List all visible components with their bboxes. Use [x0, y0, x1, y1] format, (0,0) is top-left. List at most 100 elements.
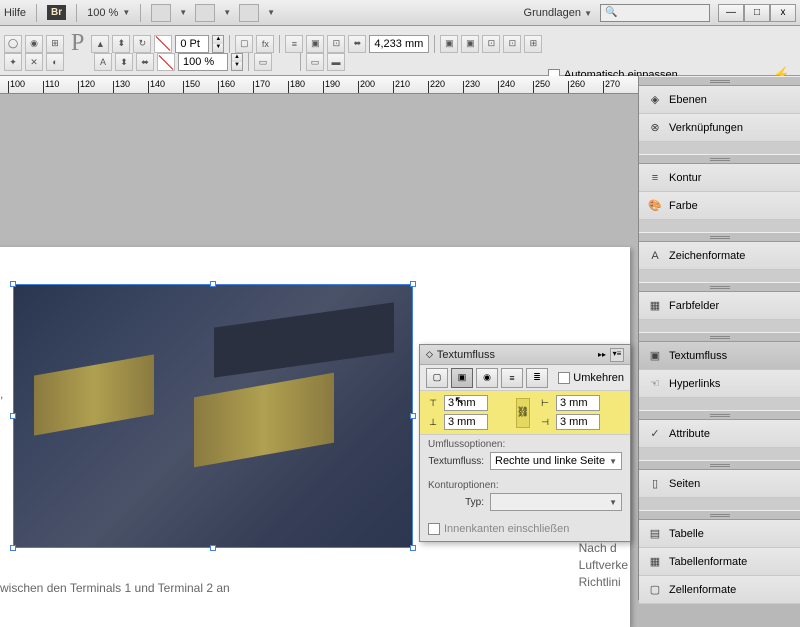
panel-icon: ☜: [647, 377, 663, 391]
panel-item-verknüpfungen[interactable]: ⊗ Verknüpfungen: [639, 114, 800, 142]
field-mm[interactable]: 4,233 mm: [369, 35, 429, 53]
separator: [140, 4, 141, 22]
panel-item-farbfelder[interactable]: ▦Farbfelder: [639, 292, 800, 320]
fit-icon[interactable]: ▣: [461, 35, 479, 53]
collapse-double-icon[interactable]: ▸▸: [598, 350, 606, 359]
window-controls: — □ x: [718, 4, 796, 22]
offset-top-icon: ⊤: [426, 396, 440, 410]
frame-fit-icon[interactable]: ⬌: [348, 35, 366, 53]
panel-icon: ◈: [647, 93, 663, 107]
chevron-down-icon: ▼: [609, 498, 617, 507]
panel-item-tabellenformate[interactable]: ▦Tabellenformate: [639, 548, 800, 576]
minimize-button[interactable]: —: [718, 4, 744, 22]
panel-label: Farbfelder: [669, 300, 719, 312]
help-menu[interactable]: Hilfe: [4, 7, 26, 19]
zoom-level[interactable]: 100 % ▼: [87, 7, 130, 19]
maximize-button[interactable]: □: [744, 4, 770, 22]
tool-icon[interactable]: ◐: [46, 53, 64, 71]
panel-handle[interactable]: [639, 510, 800, 520]
cursor-icon: ↖: [454, 393, 465, 409]
panel-handle[interactable]: [639, 410, 800, 420]
panel-handle[interactable]: [639, 332, 800, 342]
wrap-bounding-button[interactable]: ▣: [451, 368, 473, 388]
panel-item-hyperlinks[interactable]: ☜Hyperlinks: [639, 370, 800, 398]
panel-handle[interactable]: [639, 282, 800, 292]
stroke-none-icon[interactable]: [157, 53, 175, 71]
offset-bottom-input[interactable]: 3 mm: [444, 414, 488, 430]
panel-menu-icon[interactable]: ▾≡: [610, 348, 624, 362]
placed-image-frame[interactable]: [14, 285, 412, 547]
tool-icon[interactable]: ◉: [25, 35, 43, 53]
panel-item-tabelle[interactable]: ▤Tabelle: [639, 520, 800, 548]
panel-item-farbe[interactable]: 🎨Farbe: [639, 192, 800, 220]
panel-item-seiten[interactable]: ▯Seiten: [639, 470, 800, 498]
arrange-icon[interactable]: [239, 4, 259, 22]
panel-label: Zellenformate: [669, 584, 736, 596]
scale-pct[interactable]: 100 %: [178, 53, 228, 71]
offset-right-icon: ⊣: [538, 415, 552, 429]
wrap-jumpnext-button[interactable]: ≣: [526, 368, 548, 388]
rotate-icon[interactable]: ↻: [133, 35, 151, 53]
wrap-icon[interactable]: ▣: [306, 35, 324, 53]
dist-icon[interactable]: ⬍: [115, 53, 133, 71]
tool-icon[interactable]: ⊞: [46, 35, 64, 53]
fit-icon[interactable]: ⊞: [524, 35, 542, 53]
invert-checkbox[interactable]: Umkehren: [558, 372, 624, 384]
workspace-select[interactable]: Grundlagen ▼: [524, 7, 592, 19]
frame-fit-icon[interactable]: ⊡: [327, 35, 345, 53]
spinner[interactable]: ▲▼: [231, 53, 243, 71]
panel-label: Verknüpfungen: [669, 122, 743, 134]
search-input[interactable]: 🔍: [600, 4, 710, 22]
flip-icon[interactable]: ⬍: [112, 35, 130, 53]
spinner[interactable]: ▲▼: [212, 35, 224, 53]
fit-icon[interactable]: ⊡: [482, 35, 500, 53]
fx-icon[interactable]: fx: [256, 35, 274, 53]
contour-options: Konturoptionen: Typ: ▼: [420, 476, 630, 517]
panel-handle[interactable]: [639, 460, 800, 470]
wrap-mode-row: ▢ ▣ ◉ ≡ ≣ Umkehren: [420, 365, 630, 391]
offset-right-input[interactable]: 3 mm: [556, 414, 600, 430]
align-icon[interactable]: A: [94, 53, 112, 71]
checkbox-icon: [428, 523, 440, 535]
wrap-icon[interactable]: ▬: [327, 53, 345, 71]
collapse-icon: ◇: [426, 349, 433, 360]
panel-handle[interactable]: [639, 76, 800, 86]
view-options-icon[interactable]: [151, 4, 171, 22]
chain-link-icon[interactable]: ⛓: [516, 398, 530, 428]
opacity-icon[interactable]: ▭: [254, 53, 272, 71]
stroke-weight[interactable]: 0 Pt: [175, 35, 209, 53]
offset-top-input[interactable]: 3 mm: [444, 395, 488, 411]
offset-left-input[interactable]: 3 mm: [556, 395, 600, 411]
tool-icon[interactable]: ◯: [4, 35, 22, 53]
effects-icon[interactable]: ▢: [235, 35, 253, 53]
panel-handle[interactable]: [639, 232, 800, 242]
close-button[interactable]: x: [770, 4, 796, 22]
panel-item-ebenen[interactable]: ◈Ebenen: [639, 86, 800, 114]
panel-item-attribute[interactable]: ✓Attribute: [639, 420, 800, 448]
screen-mode-icon[interactable]: [195, 4, 215, 22]
bridge-badge[interactable]: Br: [47, 5, 66, 20]
panel-label: Attribute: [669, 428, 710, 440]
panel-handle[interactable]: [639, 154, 800, 164]
fit-icon[interactable]: ▣: [440, 35, 458, 53]
panel-icon: ⊗: [647, 121, 663, 135]
separator: [36, 4, 37, 22]
wrap-icon[interactable]: ≡: [285, 35, 303, 53]
tool-icon[interactable]: ✕: [25, 53, 43, 71]
section-title: Umflussoptionen:: [428, 439, 622, 450]
wrap-icon[interactable]: ▭: [306, 53, 324, 71]
wrap-none-button[interactable]: ▢: [426, 368, 448, 388]
topbar-right: Grundlagen ▼ 🔍 — □ x: [524, 4, 796, 22]
panel-item-textumfluss[interactable]: ▣Textumfluss: [639, 342, 800, 370]
align-icon[interactable]: ▲: [91, 35, 109, 53]
dist-icon[interactable]: ⬌: [136, 53, 154, 71]
panel-header[interactable]: ◇ Textumfluss ▸▸ ▾≡: [420, 345, 630, 365]
panel-item-kontur[interactable]: ≡Kontur: [639, 164, 800, 192]
panel-item-zeichenformate[interactable]: AZeichenformate: [639, 242, 800, 270]
fit-icon[interactable]: ⊡: [503, 35, 521, 53]
wrap-to-select[interactable]: Rechte und linke Seite ▼: [490, 452, 622, 470]
wrap-jump-button[interactable]: ≡: [501, 368, 523, 388]
wrap-object-button[interactable]: ◉: [476, 368, 498, 388]
fill-none-icon[interactable]: [154, 35, 172, 53]
tool-icon[interactable]: ✦: [4, 53, 22, 71]
